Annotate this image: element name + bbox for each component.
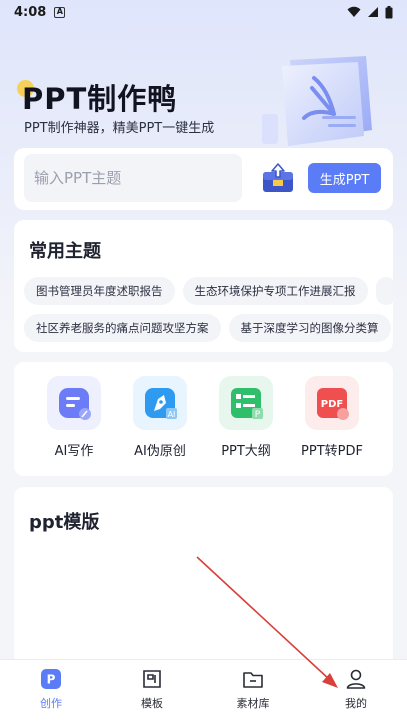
svg-text:AI: AI xyxy=(168,410,176,419)
ppt-outline-icon: P xyxy=(219,376,273,430)
svg-text:P: P xyxy=(47,673,56,687)
common-topics-heading: 常用主题 xyxy=(29,241,101,262)
nav-label: 模板 xyxy=(141,697,163,710)
nav-item-profile[interactable]: 我的 xyxy=(326,668,386,711)
topic-chip[interactable] xyxy=(375,277,393,305)
status-icons xyxy=(347,5,393,19)
nav-label: 我的 xyxy=(345,697,367,710)
ppt-to-pdf-icon: PDF xyxy=(305,376,359,430)
nav-item-material[interactable]: 素材库 xyxy=(223,668,283,711)
wifi-icon xyxy=(347,6,361,17)
tool-ai-rewrite[interactable]: AI AI伪原创 xyxy=(120,376,200,459)
topic-input[interactable] xyxy=(24,154,242,202)
tools-card: AI写作 AI AI伪原创 P PPT大纲 PDF PPT转PDF xyxy=(14,362,393,476)
topic-input-card: 生成PPT xyxy=(14,148,393,210)
tool-label: AI伪原创 xyxy=(134,444,186,459)
document-illustration-icon xyxy=(262,56,372,146)
app-title: PPT制作鸭 xyxy=(22,82,178,116)
nav-label: 创作 xyxy=(40,697,62,710)
bottom-navigation: P 创作 模板 素材库 我的 xyxy=(0,659,407,723)
tool-label: PPT转PDF xyxy=(301,444,363,459)
nav-item-create[interactable]: P 创作 xyxy=(21,668,81,711)
create-icon: P xyxy=(41,669,61,689)
cell-signal-icon xyxy=(368,7,378,17)
ai-writing-icon xyxy=(47,376,101,430)
ppt-template-card: ppt模版 xyxy=(14,487,393,667)
tool-ppt-outline[interactable]: P PPT大纲 xyxy=(206,376,286,459)
nav-label: 素材库 xyxy=(236,697,270,710)
tool-label: PPT大纲 xyxy=(221,444,271,459)
common-topics-card: 常用主题 图书管理员年度述职报告 生态环境保护专项工作进展汇报 社区养老服务的痛… xyxy=(14,220,393,352)
status-bar: 4:08 A xyxy=(0,0,407,24)
status-time: 4:08 xyxy=(14,4,47,20)
battery-icon xyxy=(385,5,393,18)
profile-icon xyxy=(346,669,366,689)
tool-ai-writing[interactable]: AI写作 xyxy=(34,376,114,459)
svg-text:PDF: PDF xyxy=(321,399,343,410)
template-icon xyxy=(143,670,161,688)
app-subtitle: PPT制作神器，精美PPT一键生成 xyxy=(24,121,215,136)
notification-badge-icon: A xyxy=(54,6,66,18)
topic-chip[interactable]: 基于深度学习的图像分类算 xyxy=(228,314,391,342)
upload-icon[interactable] xyxy=(260,160,296,196)
generate-ppt-button[interactable]: 生成PPT xyxy=(308,163,381,193)
tool-label: AI写作 xyxy=(54,444,94,459)
tool-ppt-to-pdf[interactable]: PDF PPT转PDF xyxy=(292,376,372,459)
ai-rewrite-icon: AI xyxy=(133,376,187,430)
topic-chip[interactable]: 社区养老服务的痛点问题攻坚方案 xyxy=(24,314,221,342)
ppt-template-heading: ppt模版 xyxy=(29,512,100,533)
svg-text:P: P xyxy=(255,410,261,420)
topic-chip-row-1: 图书管理员年度述职报告 生态环境保护专项工作进展汇报 xyxy=(24,277,393,305)
material-folder-icon xyxy=(243,672,263,688)
topic-chip-row-2: 社区养老服务的痛点问题攻坚方案 基于深度学习的图像分类算 xyxy=(24,314,391,342)
nav-item-template[interactable]: 模板 xyxy=(122,668,182,711)
topic-chip[interactable]: 图书管理员年度述职报告 xyxy=(24,277,175,305)
topic-chip[interactable]: 生态环境保护专项工作进展汇报 xyxy=(182,277,368,305)
